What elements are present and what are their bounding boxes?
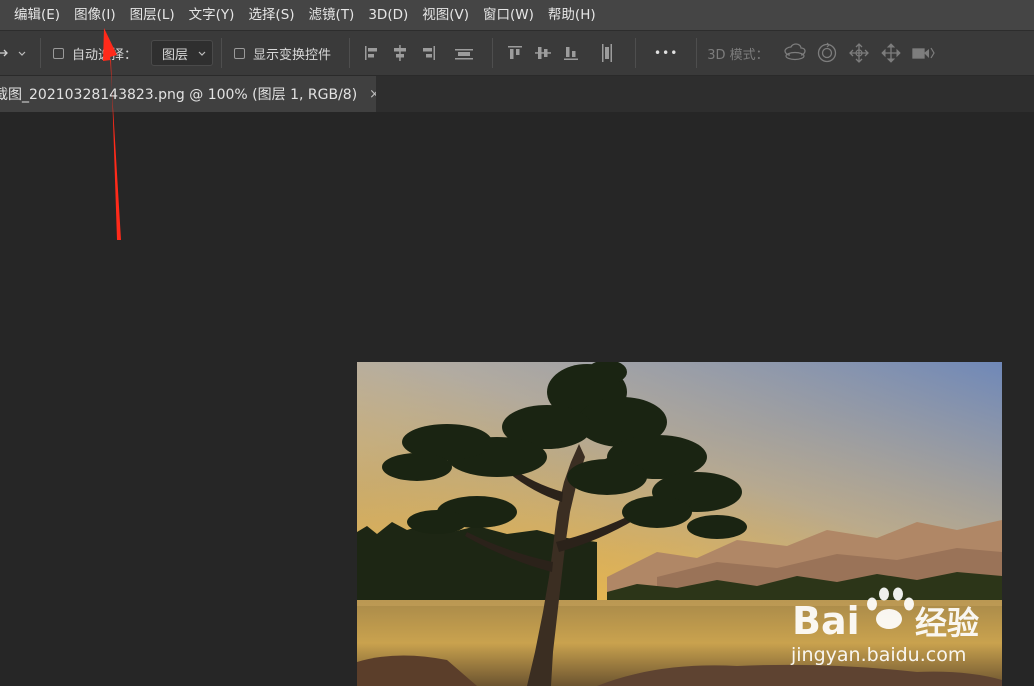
menu-filter[interactable]: 滤镜(T) (302, 0, 362, 30)
more-options-label: ••• (654, 46, 679, 60)
separator (635, 38, 637, 68)
menu-bar: 编辑(E) 图像(I) 图层(L) 文字(Y) 选择(S) 滤镜(T) 3D(D… (0, 0, 1034, 30)
align-h-center-icon (394, 45, 407, 61)
align-vertical-centers-button[interactable] (529, 38, 557, 68)
align-top-icon (455, 49, 474, 60)
auto-select-label: 自动选择： (72, 47, 138, 63)
slide-3d-icon (880, 43, 901, 63)
align-v-center-icon (535, 47, 552, 59)
auto-select-target-value: 图层 (162, 47, 189, 63)
checkbox-box[interactable] (53, 47, 64, 59)
watermark-url: jingyan.baidu.com (790, 644, 966, 666)
landscape-photo: Bai 经验 jingyan.baidu.com (357, 362, 1002, 686)
watermark-brand-right: 经验 (915, 604, 979, 642)
document-image[interactable]: Bai 经验 jingyan.baidu.com (357, 362, 1002, 686)
separator (349, 38, 351, 68)
chevron-down-icon (198, 51, 206, 56)
align-left-edges-button[interactable] (358, 38, 386, 68)
chevron-down-icon (18, 51, 26, 56)
menu-help[interactable]: 帮助(H) (541, 0, 603, 30)
auto-select-target-dropdown[interactable]: 图层 (151, 40, 214, 66)
distribute-horizontal-button[interactable] (593, 38, 621, 68)
canvas-area[interactable]: Bai 经验 jingyan.baidu.com (0, 112, 1034, 686)
checkbox-box[interactable] (234, 47, 246, 59)
menu-type[interactable]: 文字(Y) (182, 0, 242, 30)
separator (40, 38, 41, 68)
distribute-horizontal-icon (602, 44, 613, 62)
align-horizontal-centers-button[interactable] (386, 38, 414, 68)
document-tab-title: 截图_20210328143823.png @ 100% (图层 1, RGB/… (0, 87, 358, 103)
watermark-brand-left: Bai (792, 599, 860, 643)
pan-3d-camera-button[interactable] (843, 38, 875, 68)
more-options-button[interactable]: ••• (654, 46, 678, 60)
roll-3d-icon (817, 42, 836, 63)
slide-3d-camera-button[interactable] (875, 38, 907, 68)
align-bottom-icon (564, 47, 579, 60)
3d-mode-label: 3D 模式： (707, 47, 769, 63)
align-top-edges-icon (508, 46, 523, 59)
auto-select-checkbox[interactable]: 自动选择： (53, 44, 137, 63)
tool-preset-picker[interactable] (0, 47, 28, 59)
orbit-3d-camera-button[interactable] (779, 38, 811, 68)
roll-3d-camera-button[interactable] (811, 38, 843, 68)
close-tab-button[interactable]: × (369, 87, 376, 102)
menu-select[interactable]: 选择(S) (241, 0, 301, 30)
document-tab-bar: 截图_20210328143823.png @ 100% (图层 1, RGB/… (0, 76, 1034, 112)
menu-edit[interactable]: 编辑(E) (0, 0, 67, 30)
menu-window[interactable]: 窗口(W) (476, 0, 541, 30)
show-transform-label: 显示变换控件 (253, 47, 332, 63)
menu-layer[interactable]: 图层(L) (123, 0, 182, 30)
pan-3d-icon (848, 43, 869, 63)
orbit-3d-icon (784, 43, 806, 61)
video-camera-icon (912, 47, 935, 59)
align-top-edges-button[interactable] (450, 38, 478, 68)
separator (221, 38, 223, 68)
zoom-3d-camera-button[interactable] (907, 38, 939, 68)
menu-view[interactable]: 视图(V) (415, 0, 476, 30)
align-right-icon (423, 46, 436, 60)
align-bottom-edges-button[interactable] (557, 38, 585, 68)
document-tab[interactable]: 截图_20210328143823.png @ 100% (图层 1, RGB/… (0, 76, 376, 112)
align-left-icon (365, 46, 378, 60)
align-right-edges-button[interactable] (414, 38, 442, 68)
move-tool-icon (0, 49, 8, 57)
menu-image[interactable]: 图像(I) (67, 0, 123, 30)
separator (696, 38, 698, 68)
show-transform-controls-checkbox[interactable]: 显示变换控件 (234, 44, 331, 63)
align-top-button[interactable] (501, 38, 529, 68)
menu-3d[interactable]: 3D(D) (361, 0, 415, 30)
separator (492, 38, 494, 68)
options-bar: 自动选择： 图层 显示变换控件 ••• 3D 模式： (0, 30, 1034, 76)
